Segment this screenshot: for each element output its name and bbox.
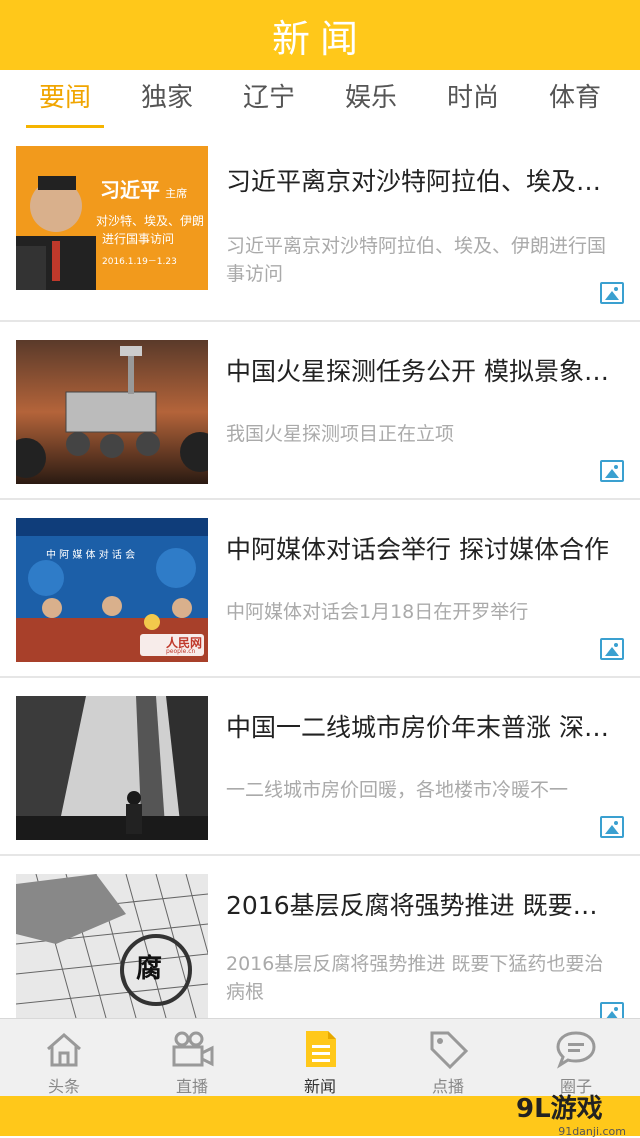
nav-quanzi[interactable]: 圈子 <box>526 1019 626 1097</box>
nav-xinwen[interactable]: 新闻 <box>270 1019 370 1097</box>
tab-liaoning[interactable]: 辽宁 <box>218 70 320 132</box>
news-item[interactable]: 习近平 主席 对沙特、埃及、伊朗 进行国事访问 2016.1.19－1.23 习… <box>0 144 640 322</box>
nav-label: 直播 <box>175 1077 208 1096</box>
news-item[interactable]: 腐 2016基层反腐将强势推进 既要下猛药也要治病根 2016基层反腐将强势推进… <box>0 856 640 1032</box>
news-item[interactable]: 中国一二线城市房价年末普涨 深圳领涨 一二线城市房价回暖，各地楼市冷暖不一 <box>0 678 640 856</box>
bottom-tab-bar: 头条 直播 新闻 点播 圈子 <box>0 1018 640 1097</box>
news-title: 中国一二线城市房价年末普涨 深圳领涨 <box>226 713 620 742</box>
nav-zhibo[interactable]: 直播 <box>142 1019 242 1097</box>
nav-label: 头条 <box>47 1077 80 1096</box>
news-thumbnail <box>16 340 208 484</box>
video-camera-icon <box>170 1029 214 1069</box>
category-tabs: 要闻 独家 辽宁 娱乐 时尚 体育 <box>0 70 640 132</box>
watermark-text: 9L游戏 <box>516 1094 603 1124</box>
news-item[interactable]: 中 阿 媒 体 对 话 会 人民网 people.cn 中阿媒体对话会举行 探讨… <box>0 500 640 678</box>
nav-toutiao[interactable]: 头条 <box>14 1019 114 1097</box>
watermark-sub: 91danji.com <box>558 1125 626 1138</box>
chat-bubble-icon <box>554 1029 598 1069</box>
news-item[interactable]: 中国火星探测任务公开 模拟景象曝光 我国火星探测项目正在立项 <box>0 322 640 500</box>
page-title: 新闻 <box>271 16 368 61</box>
nav-label: 点播 <box>431 1077 464 1096</box>
news-list: 习近平 主席 对沙特、埃及、伊朗 进行国事访问 2016.1.19－1.23 习… <box>0 132 640 1032</box>
news-summary: 一二线城市房价回暖，各地楼市冷暖不一 <box>226 779 569 801</box>
thumb-text-title: 主席 <box>165 187 188 200</box>
image-icon <box>600 816 624 838</box>
thumb-banner-text: 中 阿 媒 体 对 话 会 <box>46 550 136 561</box>
thumb-text-line2: 对沙特、埃及、伊朗 <box>96 214 205 228</box>
news-thumbnail: 腐 <box>16 874 208 1018</box>
thumb-glyph: 腐 <box>136 954 163 984</box>
news-summary: 我国火星探测项目正在立项 <box>226 423 455 445</box>
thumb-logo-sub: people.cn <box>166 648 196 655</box>
news-summary: 习近平离京对沙特阿拉伯、埃及、伊朗进行国事访问 <box>226 235 607 285</box>
image-icon <box>600 638 624 660</box>
tag-icon <box>426 1029 470 1070</box>
nav-label: 新闻 <box>303 1077 336 1096</box>
home-icon <box>42 1029 86 1069</box>
news-summary: 中阿媒体对话会1月18日在开罗举行 <box>226 601 529 623</box>
tab-tiyu[interactable]: 体育 <box>524 70 626 132</box>
news-title: 2016基层反腐将强势推进 既要下猛药也要治病根 <box>226 891 620 920</box>
news-thumbnail <box>16 696 208 840</box>
tab-shishang[interactable]: 时尚 <box>422 70 524 132</box>
tab-yule[interactable]: 娱乐 <box>320 70 422 132</box>
tab-dujia[interactable]: 独家 <box>116 70 218 132</box>
news-title: 中国火星探测任务公开 模拟景象曝光 <box>226 357 620 386</box>
nav-dianbo[interactable]: 点播 <box>398 1019 498 1097</box>
news-thumbnail: 习近平 主席 对沙特、埃及、伊朗 进行国事访问 2016.1.19－1.23 <box>16 146 208 290</box>
document-icon <box>298 1029 342 1069</box>
thumb-text-date: 2016.1.19－1.23 <box>102 257 177 267</box>
app-header: 新闻 <box>0 0 640 70</box>
tab-yaowen[interactable]: 要闻 <box>14 70 116 132</box>
news-thumbnail: 中 阿 媒 体 对 话 会 人民网 people.cn <box>16 518 208 662</box>
image-icon <box>600 460 624 482</box>
news-title: 习近平离京对沙特阿拉伯、埃及、伊朗进行国事访问 <box>226 167 620 196</box>
thumb-text-name: 习近平 <box>100 178 160 202</box>
news-title: 中阿媒体对话会举行 探讨媒体合作 <box>226 535 609 564</box>
news-summary: 2016基层反腐将强势推进 既要下猛药也要治病根 <box>226 953 604 1003</box>
watermark: 9L游戏 91danji.com <box>516 1088 626 1138</box>
image-icon <box>600 282 624 304</box>
thumb-text-line3: 进行国事访问 <box>102 232 175 246</box>
